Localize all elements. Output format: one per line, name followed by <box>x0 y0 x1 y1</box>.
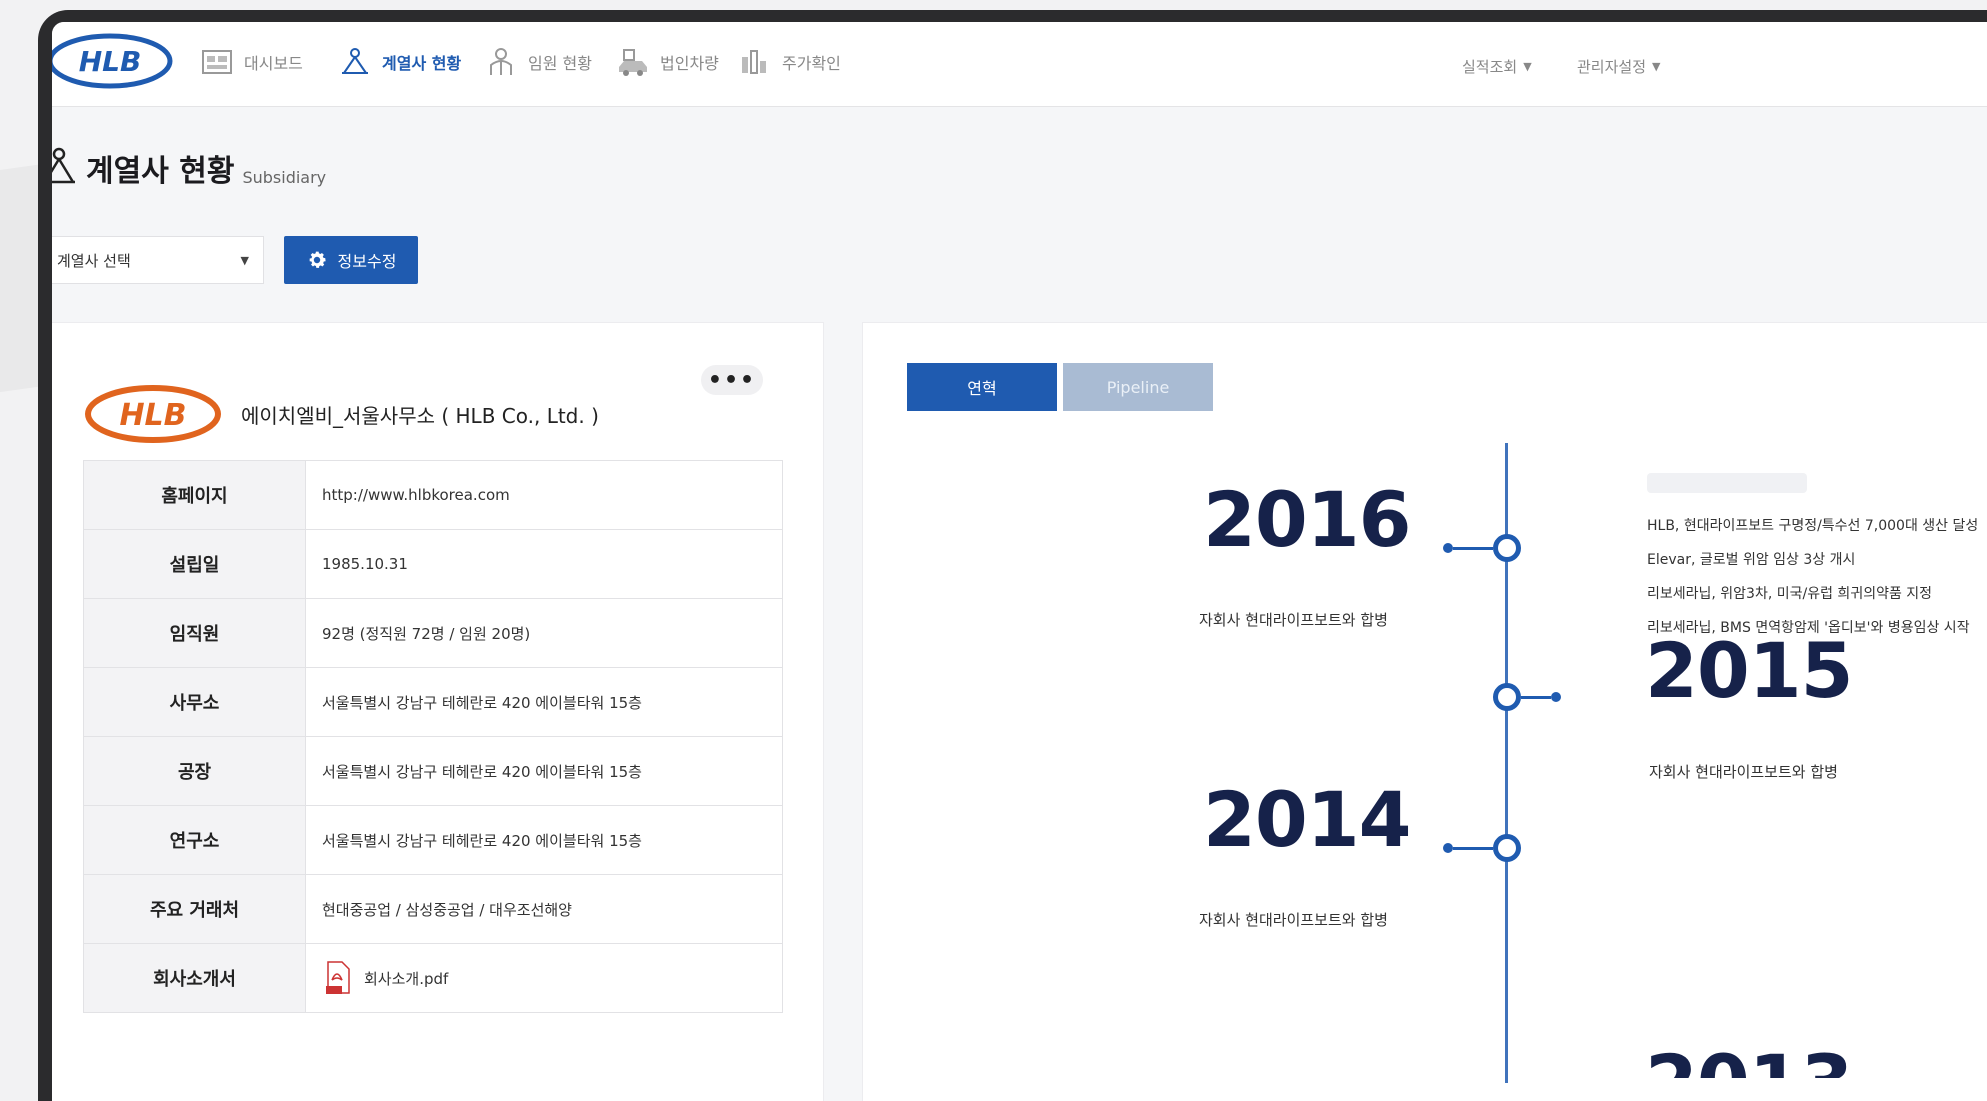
nav-label: 대시보드 <box>244 54 303 73</box>
year-dot <box>1551 692 1561 702</box>
edit-info-label: 정보수정 <box>337 252 397 271</box>
row-label: 임직원 <box>83 598 306 668</box>
year-connector <box>1453 847 1493 850</box>
edit-info-button[interactable]: 정보수정 <box>284 236 418 284</box>
row-label: 사무소 <box>83 667 306 737</box>
row-value: 서울특별시 강남구 테헤란로 420 에이블타워 15층 <box>305 805 783 875</box>
year-label-2016: 2016 <box>1203 475 1412 564</box>
timeline-node[interactable] <box>1493 683 1521 711</box>
table-row: 회사소개서 회사소개.pdf <box>83 943 783 1013</box>
year-dot <box>1443 843 1453 853</box>
year-dot <box>1443 543 1453 553</box>
nav-performance-menu[interactable]: 실적조회 ▼ <box>1462 56 1532 77</box>
hlb-logo[interactable]: HLB <box>52 32 174 90</box>
row-label: 연구소 <box>83 805 306 875</box>
table-row: 연구소 서울특별시 강남구 테헤란로 420 에이블타워 15층 <box>83 805 783 875</box>
year-label-2013-partial: 2013 <box>1645 1038 1853 1078</box>
nav-stock[interactable]: 주가확인 <box>738 44 841 80</box>
faded-placeholder <box>1647 473 1807 493</box>
homepage-link[interactable]: http://www.hlbkorea.com <box>305 460 783 530</box>
history-card: 연혁 Pipeline 2016 자회사 현대라이프보트와 합병 HLB, 현대… <box>862 322 1987 1101</box>
list-item: Elevar, 글로벌 위암 임상 3상 개시 <box>1647 552 1856 568</box>
nav-subsidiary[interactable]: 계열사 현황 <box>338 44 461 80</box>
nav-executive[interactable]: 임원 현황 <box>484 44 592 80</box>
svg-text:HLB: HLB <box>79 45 142 78</box>
select-value: 계열사 선택 <box>57 251 131 270</box>
subsidiary-select[interactable]: 계열사 선택 ▼ <box>52 236 264 284</box>
app-screen: HLB 대시보드 계열사 현황 임원 현황 법인차량 주가확인 실적조회 ▼ 관… <box>52 22 1987 1101</box>
chevron-down-icon: ▼ <box>240 253 249 267</box>
brochure-filename: 회사소개.pdf <box>364 969 449 988</box>
nav-label: 법인차량 <box>660 54 719 73</box>
table-row: 임직원 92명 (정직원 72명 / 임원 20명) <box>83 598 783 668</box>
company-name: 에이치엘비_서울사무소 ( HLB Co., Ltd. ) <box>241 403 599 428</box>
company-info-card: HLB 에이치엘비_서울사무소 ( HLB Co., Ltd. ) ••• 홈페… <box>52 322 824 1101</box>
row-value: 1985.10.31 <box>305 529 783 599</box>
row-value: 92명 (정직원 72명 / 임원 20명) <box>305 598 783 668</box>
table-row: 설립일 1985.10.31 <box>83 529 783 599</box>
row-value: 서울특별시 강남구 테헤란로 420 에이블타워 15층 <box>305 667 783 737</box>
gear-icon <box>309 251 326 268</box>
year-label-2014: 2014 <box>1203 775 1412 864</box>
tab-pipeline[interactable]: Pipeline <box>1063 363 1213 411</box>
row-label: 설립일 <box>83 529 306 599</box>
page-subtitle: Subsidiary <box>242 168 327 187</box>
nav-label: 임원 현황 <box>528 54 592 73</box>
row-label: 공장 <box>83 736 306 806</box>
top-nav: HLB 대시보드 계열사 현황 임원 현황 법인차량 주가확인 실적조회 ▼ 관… <box>52 22 1987 107</box>
year-description: 자회사 현대라이프보트와 합병 <box>1199 611 1388 629</box>
company-header: HLB 에이치엘비_서울사무소 ( HLB Co., Ltd. ) <box>83 383 599 445</box>
page-title: 계열사 현황 <box>86 154 235 189</box>
svg-text:HLB: HLB <box>119 398 186 433</box>
pdf-icon <box>326 961 350 994</box>
tab-history[interactable]: 연혁 <box>907 363 1057 411</box>
page-header: 계열사 현황 Subsidiary <box>52 146 326 190</box>
nav-label: 주가확인 <box>782 54 841 73</box>
timeline-node[interactable] <box>1493 834 1521 862</box>
nav-right-label: 실적조회 <box>1462 58 1518 76</box>
nav-car[interactable]: 법인차량 <box>616 44 719 80</box>
nav-label: 계열사 현황 <box>382 54 462 73</box>
table-row: 홈페이지 http://www.hlbkorea.com <box>83 460 783 530</box>
company-logo: HLB <box>85 385 221 443</box>
stock-icon <box>742 50 766 74</box>
nav-admin-menu[interactable]: 관리자설정 ▼ <box>1577 56 1660 77</box>
row-label: 회사소개서 <box>83 943 306 1013</box>
subsidiary-icon <box>52 146 78 190</box>
table-row: 공장 서울특별시 강남구 테헤란로 420 에이블타워 15층 <box>83 736 783 806</box>
chevron-down-icon: ▼ <box>1523 60 1532 73</box>
nav-dashboard[interactable]: 대시보드 <box>200 44 303 80</box>
list-item: 리보세라닙, 위암3차, 미국/유럽 희귀의약품 지정 <box>1647 586 1933 602</box>
event-list: HLB, 현대라이프보트 구명정/특수선 7,000대 생산 달성 Elevar… <box>1647 473 1978 651</box>
chevron-down-icon: ▼ <box>1652 60 1661 73</box>
year-label-2015: 2015 <box>1645 626 1854 715</box>
nav-right-label: 관리자설정 <box>1577 58 1647 76</box>
brochure-link[interactable]: 회사소개.pdf <box>322 960 782 996</box>
table-row: 사무소 서울특별시 강남구 테헤란로 420 에이블타워 15층 <box>83 667 783 737</box>
car-icon <box>619 49 647 76</box>
table-row: 주요 거래처 현대중공업 / 삼성중공업 / 대우조선해양 <box>83 874 783 944</box>
executive-icon <box>490 48 512 75</box>
company-info-table: 홈페이지 http://www.hlbkorea.com 설립일 1985.10… <box>83 460 783 1013</box>
row-label: 주요 거래처 <box>83 874 306 944</box>
row-value: 서울특별시 강남구 테헤란로 420 에이블타워 15층 <box>305 736 783 806</box>
brochure-cell: 회사소개.pdf <box>305 943 783 1013</box>
dashboard-icon <box>202 50 232 74</box>
year-connector <box>1453 547 1493 550</box>
row-label: 홈페이지 <box>83 460 306 530</box>
more-options-button[interactable]: ••• <box>701 365 763 395</box>
subsidiary-icon <box>342 48 368 74</box>
year-connector <box>1521 696 1551 699</box>
row-value: 현대중공업 / 삼성중공업 / 대우조선해양 <box>305 874 783 944</box>
timeline-node[interactable] <box>1493 534 1521 562</box>
list-item: HLB, 현대라이프보트 구명정/특수선 7,000대 생산 달성 <box>1647 518 1979 534</box>
year-description: 자회사 현대라이프보트와 합병 <box>1649 763 1838 781</box>
year-description: 자회사 현대라이프보트와 합병 <box>1199 911 1388 929</box>
